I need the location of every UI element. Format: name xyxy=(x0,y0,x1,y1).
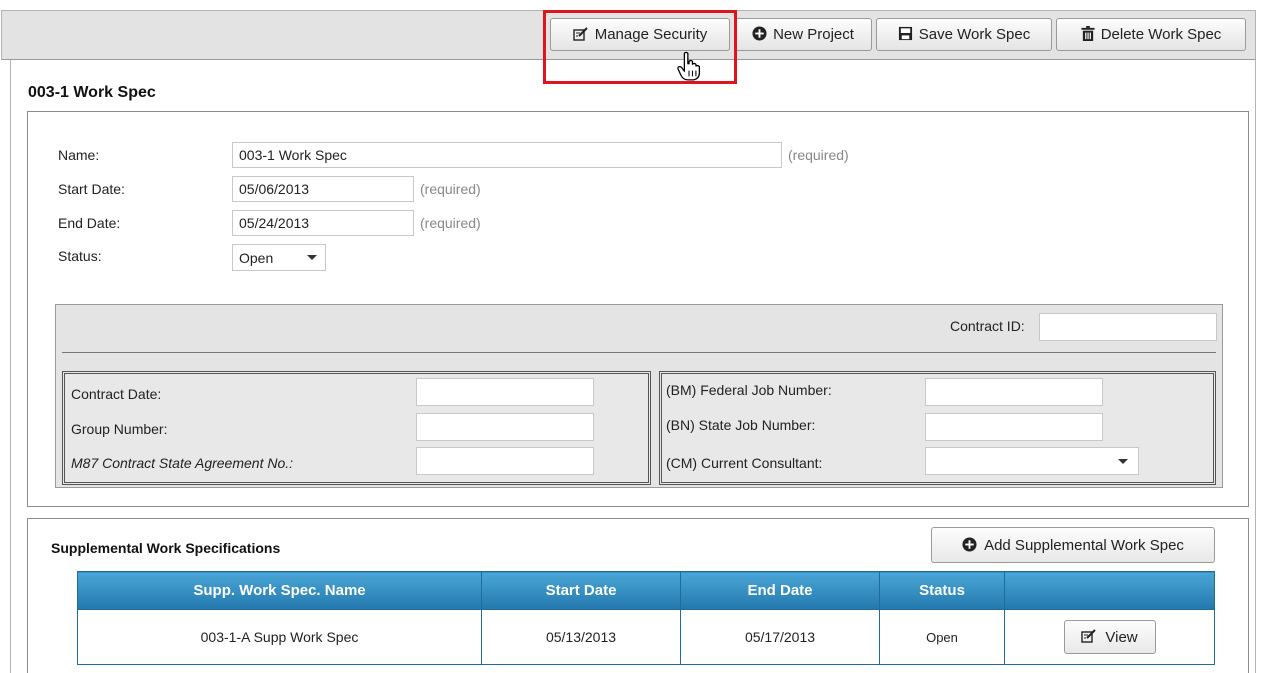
toolbar: Manage Security New Project Save Work Sp… xyxy=(1,10,1256,60)
delete-work-spec-button[interactable]: Delete Work Spec xyxy=(1056,18,1246,51)
supplemental-table: Supp. Work Spec. Name Start Date End Dat… xyxy=(77,571,1215,665)
plus-circle-icon xyxy=(962,536,977,554)
start-date-required: (required) xyxy=(420,181,481,197)
consultant-select[interactable] xyxy=(925,447,1139,475)
column-header-name[interactable]: Supp. Work Spec. Name xyxy=(77,571,482,610)
cell-start-date: 05/13/2013 xyxy=(481,609,681,665)
end-date-label: End Date: xyxy=(58,215,121,231)
group-number-field[interactable] xyxy=(416,413,594,441)
contract-id-field[interactable] xyxy=(1039,313,1217,341)
view-label: View xyxy=(1105,628,1138,646)
column-header-start[interactable]: Start Date xyxy=(481,571,681,610)
name-required: (required) xyxy=(788,147,849,163)
new-project-button[interactable]: New Project xyxy=(734,18,872,51)
name-label: Name: xyxy=(58,147,100,163)
contract-left-group: Contract Date: Group Number: M87 Contrac… xyxy=(62,371,651,485)
state-job-field[interactable] xyxy=(925,413,1103,441)
contract-date-field[interactable] xyxy=(416,378,594,406)
contract-date-label: Contract Date: xyxy=(71,386,162,402)
save-work-spec-label: Save Work Spec xyxy=(918,26,1031,43)
column-header-action xyxy=(1004,571,1215,610)
cell-status: Open xyxy=(879,609,1005,665)
save-work-spec-button[interactable]: Save Work Spec xyxy=(876,18,1052,51)
end-date-field[interactable]: 05/24/2013 xyxy=(232,210,414,236)
m87-agreement-field[interactable] xyxy=(416,447,594,475)
cell-end-date: 05/17/2013 xyxy=(680,609,880,665)
delete-work-spec-label: Delete Work Spec xyxy=(1100,26,1222,43)
chevron-down-icon xyxy=(307,255,317,260)
supplemental-title: Supplemental Work Specifications xyxy=(51,540,281,556)
federal-job-label: (BM) Federal Job Number: xyxy=(666,382,832,398)
add-supplemental-label: Add Supplemental Work Spec xyxy=(984,536,1184,554)
manage-security-label: Manage Security xyxy=(594,26,708,43)
state-job-label: (BN) State Job Number: xyxy=(666,417,816,433)
edit-icon xyxy=(573,26,589,44)
m87-agreement-label: M87 Contract State Agreement No.: xyxy=(71,455,294,471)
plus-circle-icon xyxy=(752,26,767,43)
table-row: 003-1-A Supp Work Spec 05/13/2013 05/17/… xyxy=(77,609,1215,665)
column-header-end[interactable]: End Date xyxy=(680,571,880,610)
contract-id-label: Contract ID: xyxy=(950,318,1025,334)
status-select[interactable]: Open xyxy=(232,244,326,271)
trash-icon xyxy=(1081,26,1095,43)
status-value: Open xyxy=(239,249,274,266)
page-title: 003-1 Work Spec xyxy=(28,84,156,101)
contract-right-group: (BM) Federal Job Number: (BN) State Job … xyxy=(659,371,1216,485)
add-supplemental-button[interactable]: Add Supplemental Work Spec xyxy=(931,527,1215,563)
column-header-status[interactable]: Status xyxy=(879,571,1005,610)
status-label: Status: xyxy=(58,248,102,264)
manage-security-button[interactable]: Manage Security xyxy=(550,18,730,51)
consultant-label: (CM) Current Consultant: xyxy=(666,455,823,471)
name-field[interactable]: 003-1 Work Spec xyxy=(232,142,782,168)
save-icon xyxy=(898,26,913,43)
start-date-field[interactable]: 05/06/2013 xyxy=(232,176,414,202)
new-project-label: New Project xyxy=(773,26,854,43)
federal-job-field[interactable] xyxy=(925,378,1103,406)
group-number-label: Group Number: xyxy=(71,421,168,437)
divider xyxy=(62,352,1216,353)
app-window: Manage Security New Project Save Work Sp… xyxy=(0,0,1260,673)
cell-name: 003-1-A Supp Work Spec xyxy=(77,609,482,665)
chevron-down-icon xyxy=(1118,459,1128,464)
edit-icon xyxy=(1081,628,1097,646)
end-date-required: (required) xyxy=(420,215,481,231)
start-date-label: Start Date: xyxy=(58,181,125,197)
contract-section: Contract ID: Contract Date: Group Number… xyxy=(55,304,1223,488)
cell-action: View xyxy=(1004,609,1215,665)
table-header-row: Supp. Work Spec. Name Start Date End Dat… xyxy=(77,571,1215,610)
view-button[interactable]: View xyxy=(1063,620,1156,654)
